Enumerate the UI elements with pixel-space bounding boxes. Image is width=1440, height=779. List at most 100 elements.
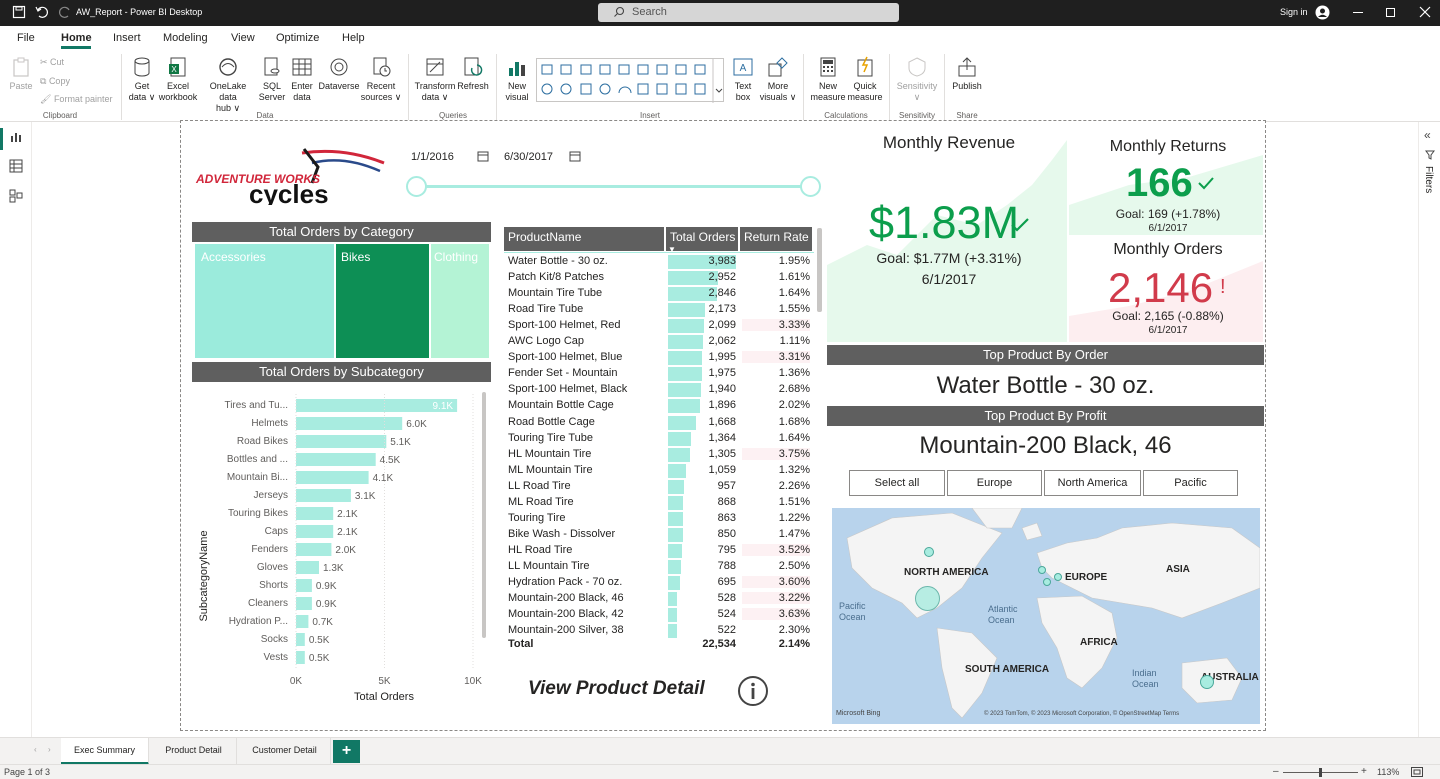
more-visuals-button[interactable]: More visuals ∨ xyxy=(758,56,798,103)
quick-measure-button[interactable]: Quick measure xyxy=(846,56,884,103)
table-row[interactable]: Touring Tire 863 1.22% xyxy=(504,511,816,527)
view-product-detail-button[interactable]: View Product Detail xyxy=(528,678,705,700)
table-row[interactable]: AWC Logo Cap 2,062 1.11% xyxy=(504,334,816,350)
undo-icon[interactable] xyxy=(35,5,49,19)
visual-gallery[interactable] xyxy=(536,58,724,103)
page-tab-product-detail[interactable]: Product Detail xyxy=(151,738,237,765)
get-data-button[interactable]: Get data ∨ xyxy=(126,56,158,103)
map-bubble[interactable] xyxy=(915,586,940,611)
map-bubble[interactable] xyxy=(924,547,934,557)
region-pacific[interactable]: Pacific xyxy=(1143,470,1238,496)
dataverse-button[interactable]: Dataverse xyxy=(318,56,360,92)
fit-to-page-icon[interactable] xyxy=(1411,767,1423,777)
treemap-tile-accessories[interactable]: Accessories xyxy=(195,244,334,358)
new-measure-button[interactable]: New measure xyxy=(808,56,848,103)
excel-workbook-button[interactable]: X Excel workbook xyxy=(158,56,198,103)
subcategory-bar[interactable] xyxy=(296,489,351,502)
table-row[interactable]: Mountain Bottle Cage 1,896 2.02% xyxy=(504,398,816,414)
calendar-icon[interactable] xyxy=(569,150,581,162)
enter-data-button[interactable]: Enter data xyxy=(288,56,316,103)
tab-optimize[interactable]: Optimize xyxy=(276,32,319,44)
column-header-total-orders[interactable]: Total Orders ▼ xyxy=(666,227,738,254)
cut-button[interactable]: ✂ Cut xyxy=(40,57,64,68)
tab-modeling[interactable]: Modeling xyxy=(163,32,208,44)
table-row[interactable]: ML Mountain Tire 1,059 1.32% xyxy=(504,463,816,479)
table-row[interactable]: Sport-100 Helmet, Black 1,940 2.68% xyxy=(504,382,816,398)
treemap-tile-clothing[interactable]: Clothing xyxy=(431,244,489,358)
subcategory-bar[interactable] xyxy=(296,417,403,430)
table-view-icon[interactable] xyxy=(9,159,23,173)
subcategory-bar[interactable] xyxy=(296,615,309,628)
sales-map[interactable]: NORTH AMERICA EUROPE ASIA Pacific Ocean Atla… xyxy=(832,508,1260,724)
map-bubble[interactable] xyxy=(1038,566,1046,574)
table-row[interactable]: Patch Kit/8 Patches 2,952 1.61% xyxy=(504,270,816,286)
table-row[interactable]: LL Road Tire 957 2.26% xyxy=(504,479,816,495)
column-header-productname[interactable]: ProductName xyxy=(504,227,664,251)
table-scrollbar[interactable] xyxy=(817,228,822,312)
table-row[interactable]: Road Tire Tube 2,173 1.55% xyxy=(504,302,816,318)
table-row[interactable]: HL Mountain Tire 1,305 3.75% xyxy=(504,447,816,463)
save-icon[interactable] xyxy=(12,5,26,19)
table-row[interactable]: Fender Set - Mountain 1,975 1.36% xyxy=(504,366,816,382)
page-tab-customer-detail[interactable]: Customer Detail xyxy=(239,738,331,765)
column-header-return-rate[interactable]: Return Rate xyxy=(740,227,812,251)
subcategory-bar[interactable] xyxy=(296,435,387,448)
sign-in-link[interactable]: Sign in xyxy=(1280,7,1308,17)
publish-button[interactable]: Publish xyxy=(950,56,984,92)
zoom-slider-thumb[interactable] xyxy=(1319,768,1322,777)
paste-button[interactable]: Paste xyxy=(6,56,36,92)
expand-chevron-icon[interactable]: « xyxy=(1424,128,1431,142)
report-view-icon[interactable] xyxy=(9,130,23,144)
copy-button[interactable]: ⧉ Copy xyxy=(40,76,70,87)
date-range-end-handle[interactable] xyxy=(800,176,821,197)
map-bubble[interactable] xyxy=(1054,573,1062,581)
start-date[interactable]: 1/1/2016 xyxy=(411,151,454,163)
sensitivity-button[interactable]: Sensitivity ∨ xyxy=(894,56,940,103)
zoom-in-button[interactable]: + xyxy=(1361,766,1367,777)
map-bubble[interactable] xyxy=(1043,578,1051,586)
tab-file[interactable]: File xyxy=(17,32,35,44)
subcategory-bar[interactable] xyxy=(296,597,312,610)
subcategory-bar[interactable] xyxy=(296,579,312,592)
subcategory-bar[interactable] xyxy=(296,633,305,646)
refresh-button[interactable]: Refresh xyxy=(456,56,490,92)
account-icon[interactable] xyxy=(1315,5,1330,20)
subcategory-bar[interactable] xyxy=(296,453,376,466)
new-visual-button[interactable]: New visual xyxy=(500,56,534,103)
table-row[interactable]: Sport-100 Helmet, Blue 1,995 3.31% xyxy=(504,350,816,366)
minimize-button[interactable] xyxy=(1353,12,1363,13)
transform-data-button[interactable]: Transform data ∨ xyxy=(414,56,456,103)
page-tab-exec-summary[interactable]: Exec Summary xyxy=(61,738,149,765)
region-select-all[interactable]: Select all xyxy=(849,470,945,496)
table-row[interactable]: Mountain-200 Black, 42 524 3.63% xyxy=(504,607,816,623)
subcategory-bar[interactable] xyxy=(296,561,319,574)
table-row[interactable]: Water Bottle - 30 oz. 3,983 1.95% xyxy=(504,254,816,270)
table-row[interactable]: Mountain-200 Black, 46 528 3.22% xyxy=(504,591,816,607)
table-row[interactable]: HL Road Tire 795 3.52% xyxy=(504,543,816,559)
table-row[interactable]: Touring Tire Tube 1,364 1.64% xyxy=(504,431,816,447)
next-page-arrow-icon[interactable]: › xyxy=(48,745,51,754)
date-range-track[interactable] xyxy=(416,185,810,188)
tab-view[interactable]: View xyxy=(231,32,255,44)
sql-server-button[interactable]: SQL Server xyxy=(258,56,286,103)
table-row[interactable]: LL Mountain Tire 788 2.50% xyxy=(504,559,816,575)
subcategory-bar[interactable] xyxy=(296,543,332,556)
maximize-button[interactable] xyxy=(1386,8,1395,17)
text-box-button[interactable]: A Text box xyxy=(728,56,758,103)
model-view-icon[interactable] xyxy=(9,189,23,203)
map-bubble[interactable] xyxy=(1200,675,1214,689)
zoom-out-button[interactable]: – xyxy=(1273,766,1279,777)
chart-scrollbar[interactable] xyxy=(482,392,486,638)
info-icon[interactable] xyxy=(737,675,769,707)
subcategory-bar[interactable] xyxy=(296,651,305,664)
close-button[interactable] xyxy=(1419,6,1431,18)
table-row[interactable]: Bike Wash - Dissolver 850 1.47% xyxy=(504,527,816,543)
calendar-icon[interactable] xyxy=(477,150,489,162)
prev-page-arrow-icon[interactable]: ‹ xyxy=(34,745,37,754)
subcategory-bar[interactable] xyxy=(296,471,369,484)
redo-icon[interactable] xyxy=(58,5,72,19)
tab-help[interactable]: Help xyxy=(342,32,365,44)
recent-sources-button[interactable]: Recent sources ∨ xyxy=(360,56,402,103)
table-row[interactable]: Road Bottle Cage 1,668 1.68% xyxy=(504,415,816,431)
tab-home[interactable]: Home xyxy=(61,32,92,44)
